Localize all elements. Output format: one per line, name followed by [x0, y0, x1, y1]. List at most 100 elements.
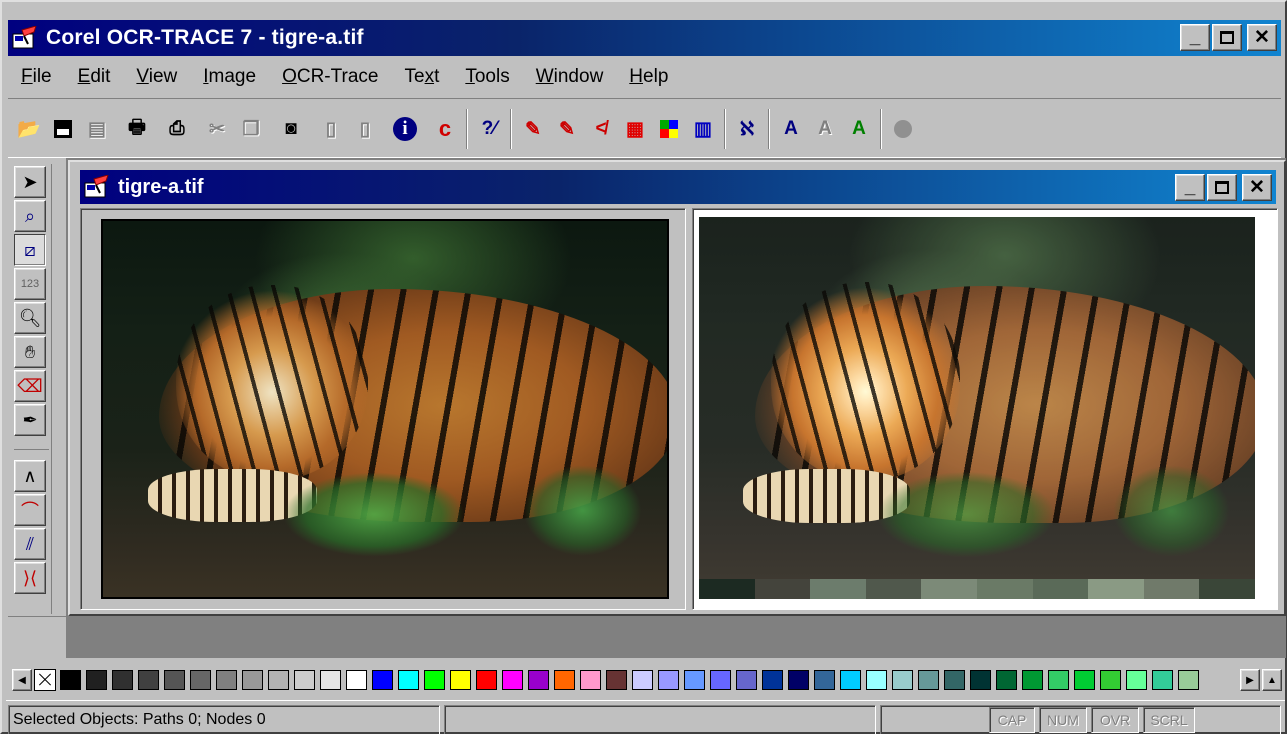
info-button[interactable]: i: [388, 111, 422, 147]
color-swatch[interactable]: [788, 670, 809, 690]
color-swatch[interactable]: [190, 670, 211, 690]
color-swatch[interactable]: [346, 670, 367, 690]
print-button[interactable]: 🖶: [120, 111, 154, 147]
minimize-button[interactable]: _: [1180, 24, 1210, 51]
color-swatch[interactable]: [970, 670, 991, 690]
original-image-pane[interactable]: [80, 208, 686, 610]
pencil-tool[interactable]: ⧄: [14, 234, 46, 266]
color-swatch[interactable]: [580, 670, 601, 690]
color-swatch[interactable]: [476, 670, 497, 690]
open-button[interactable]: 📂: [12, 111, 46, 147]
menu-help[interactable]: Help: [616, 66, 681, 88]
color-swatch[interactable]: [684, 670, 705, 690]
menu-edit[interactable]: Edit: [65, 66, 124, 88]
save-as-button[interactable]: ▤: [80, 111, 114, 147]
color-swatch[interactable]: [892, 670, 913, 690]
color-swatch[interactable]: [1074, 670, 1095, 690]
color-swatch[interactable]: [1048, 670, 1069, 690]
color-swatch[interactable]: [398, 670, 419, 690]
scan-button[interactable]: ⎙: [160, 111, 194, 147]
zoom-tool[interactable]: 🔍︎: [14, 302, 46, 334]
color-swatch[interactable]: [840, 670, 861, 690]
doc-close-button[interactable]: ✕: [1242, 174, 1272, 201]
menu-file[interactable]: File: [8, 66, 65, 88]
color-swatch[interactable]: [554, 670, 575, 690]
trace-sketch-button[interactable]: ≮: [584, 111, 618, 147]
help-cursor-button[interactable]: ?⁄: [472, 111, 506, 147]
menu-image[interactable]: Image: [190, 66, 269, 88]
trace-color-button[interactable]: [652, 111, 686, 147]
close-button[interactable]: ✕: [1247, 24, 1277, 51]
color-swatch[interactable]: [1152, 670, 1173, 690]
menu-window[interactable]: Window: [523, 66, 617, 88]
palette-expand-button[interactable]: ▲: [1262, 669, 1282, 691]
no-color-swatch[interactable]: [34, 669, 56, 691]
document-icon[interactable]: [84, 174, 110, 199]
color-swatch[interactable]: [814, 670, 835, 690]
color-swatch[interactable]: [606, 670, 627, 690]
color-swatch[interactable]: [1100, 670, 1121, 690]
bezier-tool[interactable]: ⫽: [14, 528, 46, 560]
menu-text[interactable]: Text: [391, 66, 452, 88]
color-swatch[interactable]: [996, 670, 1017, 690]
color-swatch[interactable]: [918, 670, 939, 690]
menu-ocr-trace[interactable]: OCR-Trace: [269, 66, 391, 88]
color-swatch[interactable]: [1022, 670, 1043, 690]
color-swatch[interactable]: [1126, 670, 1147, 690]
trace-centerline-button[interactable]: ✎: [550, 111, 584, 147]
ocr-button[interactable]: ℵ: [730, 111, 764, 147]
trace-3d-button[interactable]: ▥: [686, 111, 720, 147]
page-button[interactable]: ◙: [274, 111, 308, 147]
menu-view[interactable]: View: [123, 66, 190, 88]
color-swatch[interactable]: [944, 670, 965, 690]
eraser-tool[interactable]: ⌫: [14, 370, 46, 402]
menu-tools[interactable]: Tools: [452, 66, 522, 88]
trace-mosaic-button[interactable]: ▦: [618, 111, 652, 147]
record-button[interactable]: [886, 111, 920, 147]
color-swatch[interactable]: [320, 670, 341, 690]
hand-tool[interactable]: ✋︎: [14, 336, 46, 368]
doc-maximize-button[interactable]: [1207, 174, 1237, 201]
color-swatch[interactable]: [268, 670, 289, 690]
color-swatch[interactable]: [112, 670, 133, 690]
cut-button[interactable]: ✂: [200, 111, 234, 147]
copy-button[interactable]: ❐: [234, 111, 268, 147]
traced-image-pane[interactable]: [692, 208, 1278, 610]
color-swatch[interactable]: [762, 670, 783, 690]
pen-tool[interactable]: ✒: [14, 404, 46, 436]
trace-outline-button[interactable]: ✎: [516, 111, 550, 147]
color-swatch[interactable]: [866, 670, 887, 690]
color-swatch[interactable]: [632, 670, 653, 690]
color-swatch[interactable]: [242, 670, 263, 690]
color-swatch[interactable]: [372, 670, 393, 690]
pick-tool[interactable]: ➤: [14, 166, 46, 198]
magic-wand-tool[interactable]: ⌕: [14, 200, 46, 232]
color-swatch[interactable]: [294, 670, 315, 690]
app-icon[interactable]: [12, 25, 38, 50]
ocr-area-tool[interactable]: 123: [14, 268, 46, 300]
color-swatch[interactable]: [450, 670, 471, 690]
curve-tool[interactable]: ⌒: [14, 494, 46, 526]
ocr-trace-button[interactable]: A: [842, 111, 876, 147]
color-swatch[interactable]: [138, 670, 159, 690]
prev-page-button[interactable]: ▯: [314, 111, 348, 147]
corel-button[interactable]: c: [428, 111, 462, 147]
app-title-bar[interactable]: Corel OCR-TRACE 7 - tigre-a.tif _ ✕: [8, 20, 1281, 56]
color-swatch[interactable]: [424, 670, 445, 690]
color-swatch[interactable]: [502, 670, 523, 690]
save-button[interactable]: [46, 111, 80, 147]
next-page-button[interactable]: ▯: [348, 111, 382, 147]
color-swatch[interactable]: [736, 670, 757, 690]
color-swatch[interactable]: [86, 670, 107, 690]
shape-tool[interactable]: ∧: [14, 460, 46, 492]
maximize-button[interactable]: [1212, 24, 1242, 51]
color-swatch[interactable]: [216, 670, 237, 690]
doc-minimize-button[interactable]: _: [1175, 174, 1205, 201]
ocr-gray-button[interactable]: A: [808, 111, 842, 147]
ocr-text-button[interactable]: A: [774, 111, 808, 147]
color-swatch[interactable]: [528, 670, 549, 690]
document-title-bar[interactable]: tigre-a.tif _ ✕: [80, 170, 1276, 204]
palette-scroll-right[interactable]: ▶: [1240, 669, 1260, 691]
palette-scroll-left[interactable]: ◀: [12, 669, 32, 691]
color-swatch[interactable]: [60, 670, 81, 690]
